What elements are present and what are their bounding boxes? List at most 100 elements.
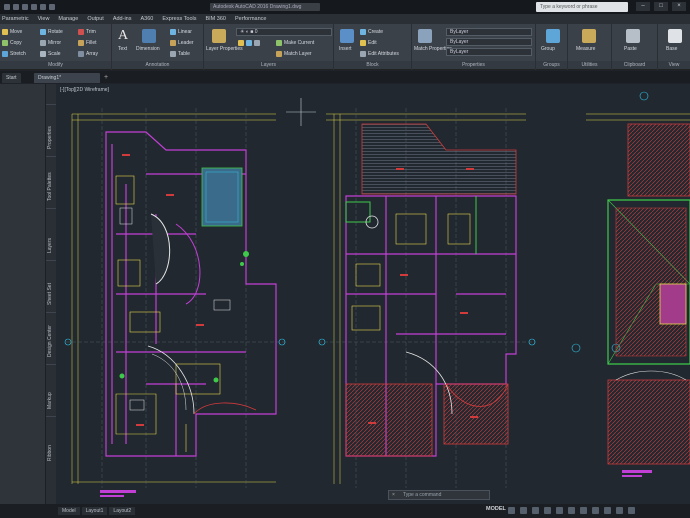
file-tab-start[interactable]: Start: [2, 73, 21, 83]
fillet-button[interactable]: Fillet: [78, 40, 97, 46]
tab-parametric[interactable]: Parametric: [2, 16, 29, 22]
lineweight-icon[interactable]: [568, 507, 575, 514]
copy-button[interactable]: Copy: [2, 40, 22, 46]
leader-button[interactable]: Leader: [170, 40, 194, 46]
layer-freeze-icon[interactable]: [246, 40, 252, 46]
stretch-icon: [2, 51, 8, 57]
block-panel-title[interactable]: Block: [334, 61, 411, 69]
rotate-button[interactable]: Rotate: [40, 29, 63, 35]
polar-icon[interactable]: [544, 507, 551, 514]
layout-tab-model[interactable]: Model: [58, 507, 80, 515]
tab-add-ins[interactable]: Add-ins: [113, 16, 132, 22]
text-icon[interactable]: A: [118, 29, 132, 43]
utilities-panel: Measure Utilities: [568, 24, 612, 70]
text-button-label: Text: [118, 46, 128, 52]
side-tab-markup[interactable]: Markup: [46, 364, 56, 414]
annotation-panel-title[interactable]: Annotation: [112, 61, 203, 69]
tab-view[interactable]: View: [38, 16, 50, 22]
close-button[interactable]: ×: [672, 2, 686, 11]
match-properties-icon[interactable]: [418, 29, 432, 43]
tab-performance[interactable]: Performance: [235, 16, 267, 22]
move-button[interactable]: Move: [2, 29, 22, 35]
edit-attributes-icon: [360, 51, 366, 57]
command-line-input[interactable]: × Type a command: [388, 490, 490, 500]
ortho-icon[interactable]: [532, 507, 539, 514]
annotation-scale-icon[interactable]: [580, 507, 587, 514]
layout-tab-layout1[interactable]: Layout1: [81, 507, 108, 515]
open-icon[interactable]: [13, 4, 19, 10]
layer-lock-icon[interactable]: [254, 40, 260, 46]
edit-block-button[interactable]: Edit: [360, 40, 377, 46]
match-layer-button[interactable]: Match Layer: [276, 51, 312, 57]
group-icon[interactable]: [546, 29, 560, 43]
dimension-icon[interactable]: [142, 29, 156, 43]
scale-button[interactable]: Scale: [40, 51, 61, 57]
tab-express-tools[interactable]: Express Tools: [162, 16, 196, 22]
fullscreen-icon[interactable]: [616, 507, 623, 514]
layer-properties-icon[interactable]: [212, 29, 226, 43]
tab-output[interactable]: Output: [87, 16, 104, 22]
scale-icon: [40, 51, 46, 57]
layers-panel-title[interactable]: Layers: [204, 61, 333, 69]
close-command-line-icon[interactable]: ×: [392, 491, 395, 499]
layer-state-icon[interactable]: [238, 40, 244, 46]
insert-icon[interactable]: [340, 29, 354, 43]
modify-panel-title[interactable]: Modify: [0, 61, 111, 69]
minimize-button[interactable]: –: [636, 2, 650, 11]
create-block-button[interactable]: Create: [360, 29, 383, 35]
side-tab-layers[interactable]: Layers: [46, 208, 56, 258]
menu-icon[interactable]: [628, 507, 635, 514]
properties-panel-title[interactable]: Properties: [412, 61, 535, 69]
mirror-button[interactable]: Mirror: [40, 40, 61, 46]
maximize-button[interactable]: □: [654, 2, 668, 11]
linear-button[interactable]: Linear: [170, 29, 192, 35]
drawing-canvas[interactable]: [-][Top][2D Wireframe]: [56, 84, 690, 504]
left-dock: [0, 84, 46, 504]
tab-bim360[interactable]: BIM 360: [205, 16, 225, 22]
model-space-toggle[interactable]: MODEL: [486, 506, 506, 512]
layer-dropdown[interactable]: ☀ ◐ ■ 0: [236, 28, 332, 36]
layers-panel: Layer Properties ☀ ◐ ■ 0 Make Current Ma…: [204, 24, 334, 70]
rotate-icon: [40, 29, 46, 35]
side-tab-ribbon[interactable]: Ribbon: [46, 416, 56, 466]
measure-icon[interactable]: [582, 29, 596, 43]
file-tab-drawing[interactable]: Drawing1*: [34, 73, 100, 83]
linetype-dropdown[interactable]: ByLayer: [446, 38, 532, 46]
clipboard-panel: Paste Clipboard: [612, 24, 658, 70]
trim-button[interactable]: Trim: [78, 29, 96, 35]
view-panel-title[interactable]: View: [658, 61, 690, 69]
side-tab-design-center[interactable]: Design Center: [46, 312, 56, 362]
layout-tab-layout2[interactable]: Layout2: [109, 507, 136, 515]
stretch-button[interactable]: Stretch: [2, 51, 26, 57]
redo-icon[interactable]: [40, 4, 46, 10]
edit-attributes-button[interactable]: Edit Attributes: [360, 51, 399, 57]
grid-icon[interactable]: [508, 507, 515, 514]
table-button[interactable]: Table: [170, 51, 190, 57]
lineweight-dropdown[interactable]: ByLayer: [446, 48, 532, 56]
make-current-button[interactable]: Make Current: [276, 40, 314, 46]
tab-a360[interactable]: A360: [140, 16, 153, 22]
groups-panel-title[interactable]: Groups: [536, 61, 567, 69]
save-icon[interactable]: [22, 4, 28, 10]
new-icon[interactable]: [4, 4, 10, 10]
utilities-panel-title[interactable]: Utilities: [568, 61, 611, 69]
tab-manage[interactable]: Manage: [58, 16, 78, 22]
status-bar: Model Layout1 Layout2 MODEL: [0, 504, 690, 518]
array-button[interactable]: Array: [78, 51, 98, 57]
side-tab-sheet-set[interactable]: Sheet Set: [46, 260, 56, 310]
clipboard-panel-title[interactable]: Clipboard: [612, 61, 657, 69]
side-tab-tool-palettes[interactable]: Tool Palettes: [46, 156, 56, 206]
paste-icon[interactable]: [626, 29, 640, 43]
workspace-gear-icon[interactable]: [592, 507, 599, 514]
osnap-icon[interactable]: [556, 507, 563, 514]
new-tab-icon[interactable]: +: [102, 73, 110, 82]
snap-icon[interactable]: [520, 507, 527, 514]
dimension-button-label: Dimension: [136, 46, 160, 52]
search-input[interactable]: Type a keyword or phrase: [536, 2, 628, 12]
undo-icon[interactable]: [31, 4, 37, 10]
color-dropdown[interactable]: ByLayer: [446, 28, 532, 36]
base-view-icon[interactable]: [668, 29, 682, 43]
print-icon[interactable]: [49, 4, 55, 10]
side-tab-properties[interactable]: Properties: [46, 104, 56, 154]
customization-icon[interactable]: [604, 507, 611, 514]
